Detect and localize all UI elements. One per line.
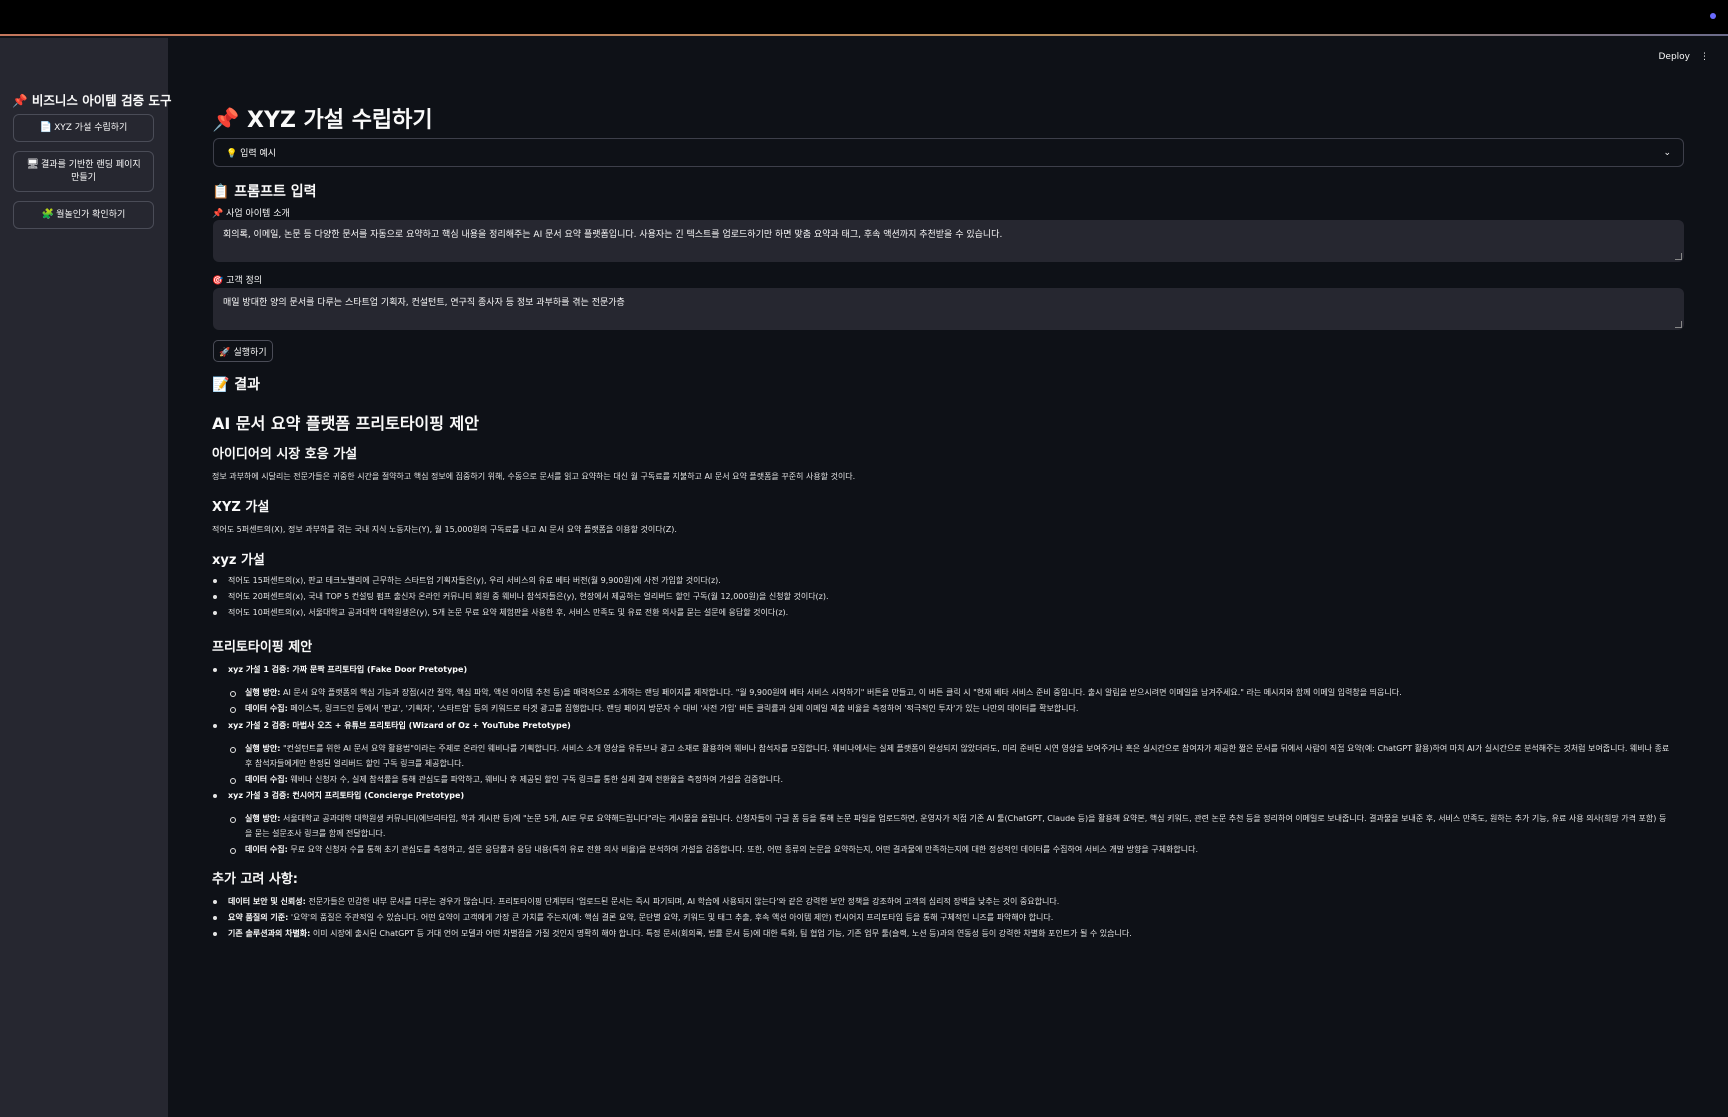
resize-handle-icon[interactable] (1675, 321, 1682, 328)
item-key: 실행 방안: (245, 688, 281, 697)
customer-textarea[interactable]: 매일 방대한 양의 문서를 다루는 스타트업 기획자, 컨설턴트, 연구직 종사… (213, 288, 1684, 330)
extra-heading: 추가 고려 사항: (212, 872, 299, 887)
sidebar-item-label: 월놀인가 확인하기 (56, 209, 126, 220)
idea-textarea[interactable]: 회의록, 이메일, 논문 등 다양한 문서를 자동으로 요약하고 핵심 내용을 … (213, 220, 1684, 262)
item-key: 기존 솔루션과의 차별화: (228, 929, 311, 938)
item-text: 웨비나 신청자 수, 실제 참석률을 통해 관심도를 파악하고, 웨비나 후 제… (287, 775, 784, 784)
result-title: AI 문서 요약 플랫폼 프리토타이핑 제안 (212, 414, 479, 433)
item-text: 페이스북, 링크드인 등에서 '판교', '기획자', '스타트업' 등의 키워… (287, 704, 1079, 713)
list-item: 데이터 수집: 무료 요약 신청자 수를 통해 초기 관심도를 측정하고, 설문… (230, 842, 1670, 857)
item-key: 데이터 보안 및 신뢰성: (228, 897, 306, 906)
customer-textarea-value: 매일 방대한 양의 문서를 다루는 스타트업 기획자, 컨설턴트, 연구직 종사… (223, 298, 625, 308)
resize-handle-icon[interactable] (1675, 253, 1682, 260)
chevron-down-icon: ⌄ (1663, 147, 1671, 158)
item-key: 데이터 수집: (245, 775, 288, 784)
run-button[interactable]: 🚀 실행하기 (213, 340, 273, 362)
item-key: 실행 방안: (245, 814, 281, 823)
market-text: 정보 과부하에 시달리는 전문가들은 귀중한 시간을 절약하고 핵심 정보에 집… (212, 472, 856, 481)
prompt-heading: 📋 프롬프트 입력 (212, 184, 317, 200)
monitor-icon: 🖥 (26, 159, 40, 171)
xyz-heading: XYZ 가설 (212, 500, 270, 515)
item-text: "컨설턴트를 위한 AI 문서 요약 활용법"이라는 주제로 온라인 웨비나를 … (245, 744, 1670, 768)
deploy-button[interactable]: Deploy (1658, 52, 1690, 62)
page-title: 📌 XYZ 가설 수립하기 (212, 108, 433, 133)
header-decoration-line (0, 34, 1728, 36)
item-text: 서울대학교 공과대학 대학원생 커뮤니티(에브리타임, 학과 게시판 등)에 "… (245, 814, 1667, 838)
list-item: xyz 가설 1 검증: 가짜 문짝 프리토타입 (Fake Door Pret… (212, 662, 468, 677)
customer-field-label: 🎯 고객 정의 (212, 276, 263, 286)
list-item: 실행 방안: 서울대학교 공과대학 대학원생 커뮤니티(에브리타임, 학과 게시… (230, 811, 1670, 841)
market-heading: 아이디어의 시장 호응 가설 (212, 447, 358, 462)
main-menu-icon[interactable]: ⋮ (1700, 52, 1709, 62)
item-text: '요약'의 품질은 주관적일 수 있습니다. 어떤 요약이 고객에게 가장 큰 … (288, 913, 1054, 922)
input-example-expander[interactable]: 💡 입력 예시 ⌄ (213, 138, 1684, 167)
list-item: xyz 가설 3 검증: 컨시어지 프리토타입 (Concierge Preto… (212, 788, 465, 803)
list-item: 데이터 보안 및 신뢰성: 전문가들은 민감한 내부 문서를 다루는 경우가 많… (213, 894, 1668, 909)
idea-field-label: 📌 사업 아이템 소개 (212, 209, 290, 219)
sidebar-item-check[interactable]: 🧩 월놀인가 확인하기 (13, 201, 154, 229)
xyz-text: 적어도 5퍼센트의(X), 정보 과부하를 겪는 국내 지식 노동자는(Y), … (212, 525, 677, 534)
list-item: 적어도 20퍼센트의(x), 국내 TOP 5 컨설팅 펌프 출신자 온라인 커… (213, 589, 829, 604)
top-header-bar (0, 0, 1728, 36)
sidebar-title: 📌 비즈니스 아이템 검증 도구 (12, 93, 172, 108)
sidebar-item-label: 결과를 기반한 랜딩 페이지 만들기 (41, 160, 141, 184)
sidebar: 📌 비즈니스 아이템 검증 도구 📄 XYZ 가설 수립하기 🖥 결과를 기반한 … (0, 38, 172, 1117)
item-key: 요약 품질의 기준: (228, 913, 289, 922)
proto-heading: 프리토타이핑 제안 (212, 640, 313, 655)
idea-textarea-value: 회의록, 이메일, 논문 등 다양한 문서를 자동으로 요약하고 핵심 내용을 … (223, 230, 1003, 240)
item-key: 데이터 수집: (245, 845, 288, 854)
item-text: 무료 요약 신청자 수를 통해 초기 관심도를 측정하고, 설문 응답률과 응답… (287, 845, 1198, 854)
item-key: 데이터 수집: (245, 704, 288, 713)
item-text: 이미 시장에 출시된 ChatGPT 등 거대 언어 모델과 어떤 차별점을 가… (310, 929, 1132, 938)
list-item: 데이터 수집: 웨비나 신청자 수, 실제 참석률을 통해 관심도를 파악하고,… (230, 772, 1670, 787)
sidebar-item-landing-page[interactable]: 🖥 결과를 기반한 랜딩 페이지 만들기 (13, 151, 154, 192)
status-indicator-icon (1710, 13, 1716, 19)
proto-title: xyz 가설 3 검증: 컨시어지 프리토타입 (Concierge Preto… (228, 791, 465, 800)
list-item: 적어도 10퍼센트의(x), 서울대학교 공과대학 대학원생은(y), 5개 논… (212, 605, 788, 620)
list-item: 적어도 15퍼센트의(x), 판교 테크노밸리에 근무하는 스타트업 기획자들은… (213, 573, 721, 588)
list-item: 실행 방안: AI 문서 요약 플랫폼의 핵심 기능과 장점(시간 절약, 핵심… (230, 685, 1670, 700)
proto-title: xyz 가설 2 검증: 마법사 오즈 + 유튜브 프리토타입 (Wizard … (228, 721, 571, 730)
item-text: 전문가들은 민감한 내부 문서를 다루는 경우가 많습니다. 프리토타이핑 단계… (305, 897, 1060, 906)
sidebar-item-label: XYZ 가설 수립하기 (54, 122, 128, 133)
sidebar-item-xyz-hypothesis[interactable]: 📄 XYZ 가설 수립하기 (13, 114, 154, 142)
result-heading: 📝 결과 (212, 377, 261, 393)
list-item: 기존 솔루션과의 차별화: 이미 시장에 출시된 ChatGPT 등 거대 언어… (213, 926, 1668, 941)
list-item: xyz 가설 2 검증: 마법사 오즈 + 유튜브 프리토타입 (Wizard … (213, 718, 571, 733)
item-text: AI 문서 요약 플랫폼의 핵심 기능과 장점(시간 절약, 핵심 파악, 액션… (280, 688, 1402, 697)
document-icon: 📄 (39, 122, 53, 133)
list-item: 데이터 수집: 페이스북, 링크드인 등에서 '판교', '기획자', '스타트… (230, 701, 1670, 716)
xyz-small-heading: xyz 가설 (212, 553, 265, 568)
list-item: 요약 품질의 기준: '요약'의 품질은 주관적일 수 있습니다. 어떤 요약이… (213, 910, 1668, 925)
item-key: 실행 방안: (245, 744, 281, 753)
proto-title: xyz 가설 1 검증: 가짜 문짝 프리토타입 (Fake Door Pret… (228, 665, 468, 674)
header-actions: Deploy ⋮ (1658, 52, 1709, 62)
puzzle-icon: 🧩 (41, 209, 55, 220)
list-item: 실행 방안: "컨설턴트를 위한 AI 문서 요약 활용법"이라는 주제로 온라… (230, 741, 1670, 771)
expander-label: 💡 입력 예시 (226, 149, 277, 159)
